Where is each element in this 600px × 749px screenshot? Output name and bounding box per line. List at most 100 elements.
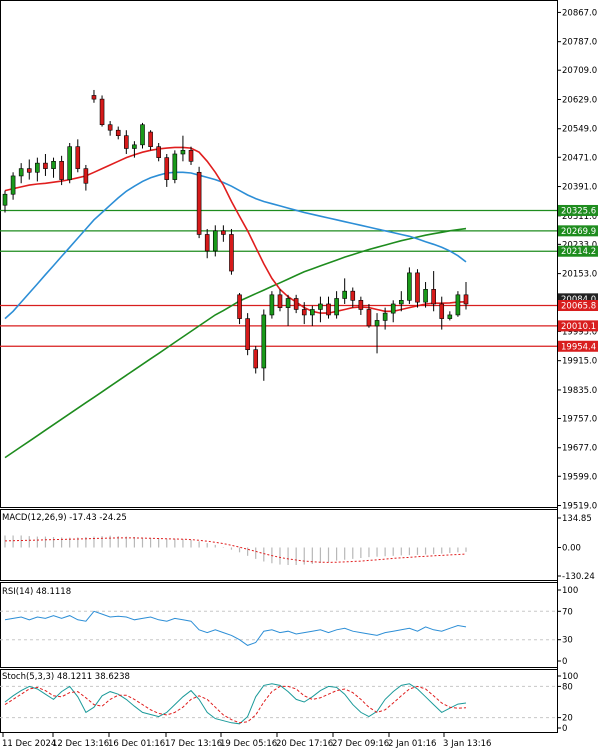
macd-tick-label: -130.24 <box>562 572 595 582</box>
candle-body <box>374 320 380 327</box>
rsi-label: RSI(14) 48.1118 <box>2 587 72 597</box>
macd-signal-line <box>4 537 467 563</box>
candle-body <box>75 146 81 169</box>
candle-body <box>43 162 48 169</box>
candle-body <box>221 230 226 235</box>
candle-body <box>310 309 315 316</box>
candle-body <box>326 303 331 316</box>
trading-chart: 20867.0 20787.0 20709.0 20629.0 20549.0 20471… <box>0 0 598 749</box>
macd-label: MACD(12,26,9) -17.43 -24.25 <box>2 513 127 523</box>
candle-body <box>447 314 453 319</box>
price-tick-label: 20549.0 <box>562 125 597 135</box>
candle-body <box>10 175 16 195</box>
candle-body <box>407 272 412 301</box>
price-tag-label: 20065.8 <box>561 302 596 312</box>
candle-body <box>342 290 347 299</box>
candle-body <box>164 157 170 180</box>
price-panel-frame <box>0 0 558 508</box>
candle-body <box>358 300 364 310</box>
price-tick-label: 20709.0 <box>562 66 597 76</box>
candle-body <box>212 230 218 252</box>
candle-body <box>91 95 97 100</box>
ma-green-line <box>4 227 467 459</box>
candle-body <box>350 290 356 301</box>
x-tick-label: 17 Dec 13:16 <box>165 739 222 749</box>
ma-blue-line <box>4 171 467 320</box>
candle-body <box>99 98 105 126</box>
stoch-label: Stoch(5,3,3) 48.1211 38.6238 <box>2 672 130 682</box>
price-tag-label: 19954.4 <box>561 342 596 352</box>
candle-body <box>196 171 202 235</box>
price-tick-label: 20471.0 <box>562 153 597 163</box>
price-tick-label: 19677.0 <box>562 444 597 454</box>
candle-body <box>124 135 129 149</box>
x-tick-label: 19 Dec 05:16 <box>220 739 277 749</box>
candle-body <box>366 309 372 327</box>
candle-body <box>439 303 445 319</box>
candle-body <box>301 309 307 316</box>
candle-body <box>26 168 32 173</box>
candle-body <box>285 298 291 308</box>
candle-body <box>245 318 250 350</box>
candle-body <box>83 168 89 184</box>
price-tick-label: 20153.0 <box>562 270 597 280</box>
x-tick-label: 20 Dec 17:16 <box>276 739 333 749</box>
price-tag-label: 20269.9 <box>561 227 596 237</box>
candle-body <box>269 294 275 316</box>
candle-body <box>318 303 323 310</box>
candle-body <box>253 349 259 369</box>
candle-body <box>237 294 242 319</box>
candle-body <box>67 146 73 180</box>
x-tick-label: 3 Jan 13:16 <box>443 739 491 749</box>
macd-tick-label: 0.00 <box>562 544 581 554</box>
candle-body <box>261 314 267 369</box>
candle-body <box>59 161 64 180</box>
candle-body <box>148 131 153 147</box>
candle-body <box>188 150 194 162</box>
stoch-tick-label: 100 <box>562 672 578 682</box>
rsi-tick-label: 100 <box>562 586 578 596</box>
candle-body <box>229 234 234 272</box>
candle-body <box>415 272 420 303</box>
price-tick-label: 20391.0 <box>562 183 597 193</box>
x-tick-label: 16 Dec 01:16 <box>108 739 165 749</box>
candle-body <box>334 298 339 316</box>
candle-body <box>18 168 24 177</box>
price-tick-label: 19915.0 <box>562 357 597 367</box>
rsi-panel-frame <box>0 582 558 668</box>
price-tick-label: 19599.0 <box>562 472 597 482</box>
candle-body <box>180 150 186 155</box>
candle-body <box>107 124 113 131</box>
price-tick-label: 19757.0 <box>562 414 597 424</box>
price-tick-label: 20629.0 <box>562 95 597 105</box>
macd-tick-label: 134.85 <box>562 514 592 524</box>
rsi-tick-label: 30 <box>562 636 573 646</box>
price-tag-label: 20010.1 <box>561 322 596 332</box>
candle-body <box>140 124 145 146</box>
x-tick-label: 11 Dec 2024 <box>2 739 56 749</box>
price-tag-label: 20214.2 <box>561 247 596 257</box>
rsi-tick-label: 70 <box>562 607 573 617</box>
candle-body <box>423 289 428 303</box>
x-tick-label: 2 Jan 01:16 <box>388 739 436 749</box>
candle-body <box>455 294 461 316</box>
candle-body <box>390 303 396 314</box>
price-tick-label: 19519.0 <box>562 502 597 512</box>
candle-body <box>35 162 40 173</box>
stoch-tick-label: 80 <box>562 682 573 692</box>
x-tick-label: 12 Dec 13:16 <box>52 739 109 749</box>
price-tick-label: 19835.0 <box>562 386 597 396</box>
candle-body <box>431 289 436 305</box>
candle-body <box>51 161 56 169</box>
candle-body <box>172 153 178 180</box>
stoch-tick-label: 20 <box>562 714 573 724</box>
candle-body <box>277 294 283 308</box>
price-tick-label: 20867.0 <box>562 8 597 18</box>
x-tick-label: 27 Dec 09:16 <box>332 739 389 749</box>
candle-body <box>398 300 404 305</box>
candle-body <box>382 312 388 321</box>
candle-body <box>204 234 210 252</box>
rsi-line <box>4 610 467 646</box>
candle-body <box>2 193 8 206</box>
price-tick-label: 20787.0 <box>562 38 597 48</box>
